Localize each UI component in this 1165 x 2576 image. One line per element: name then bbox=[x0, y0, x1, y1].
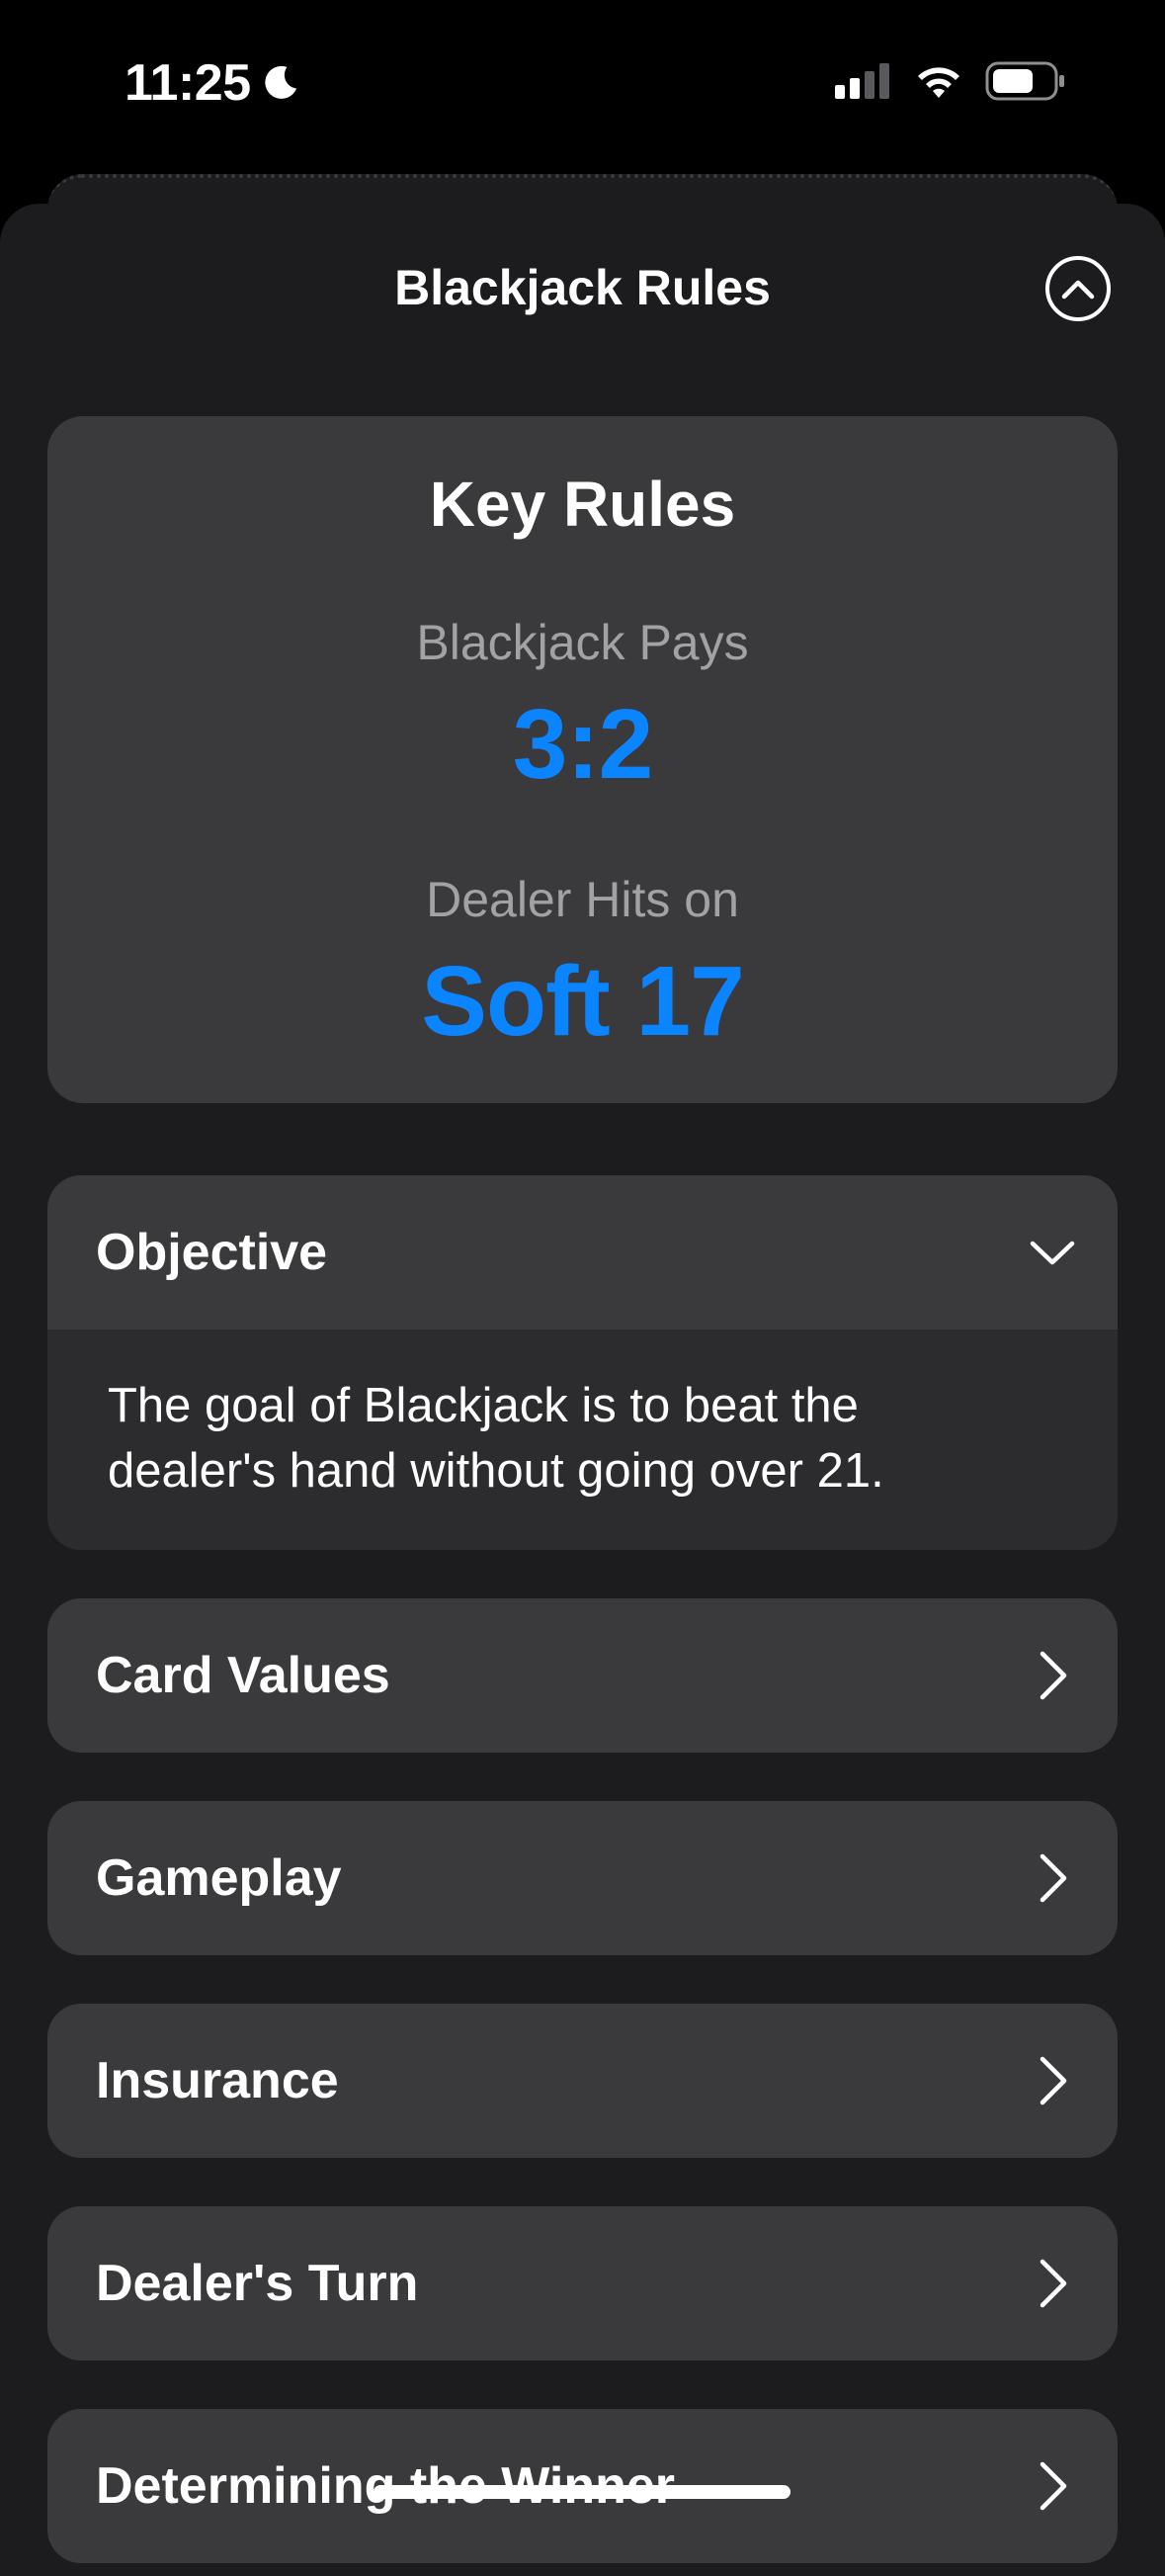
chevron-right-icon bbox=[1040, 1853, 1067, 1903]
sheet-title: Blackjack Rules bbox=[394, 260, 771, 315]
chevron-right-icon bbox=[1040, 1651, 1067, 1700]
status-bar: 11:25 bbox=[0, 0, 1165, 168]
section-label: Gameplay bbox=[96, 1849, 342, 1907]
section-label: Objective bbox=[96, 1224, 328, 1281]
battery-icon bbox=[985, 61, 1064, 101]
section-label: Dealer's Turn bbox=[96, 2255, 419, 2312]
moon-icon bbox=[264, 65, 296, 99]
section-objective: Objective The goal of Blackjack is to be… bbox=[47, 1175, 1118, 1550]
status-time-group: 11:25 bbox=[125, 53, 302, 113]
section-objective-body: The goal of Blackjack is to beat the dea… bbox=[108, 1379, 884, 1498]
section-insurance[interactable]: Insurance bbox=[47, 2004, 1118, 2158]
section-gameplay[interactable]: Gameplay bbox=[47, 1801, 1118, 1955]
section-label: Insurance bbox=[96, 2052, 339, 2109]
chevron-up-icon bbox=[1061, 280, 1095, 300]
blackjack-pays-value: 3:2 bbox=[512, 689, 654, 800]
wifi-icon bbox=[918, 67, 959, 98]
section-card-values[interactable]: Card Values bbox=[47, 1598, 1118, 1753]
chevron-right-icon bbox=[1040, 2461, 1067, 2511]
chevron-right-icon bbox=[1040, 2056, 1067, 2105]
home-indicator[interactable] bbox=[374, 2485, 791, 2499]
status-time: 11:25 bbox=[125, 54, 251, 112]
chevron-down-icon bbox=[1030, 1241, 1075, 1265]
section-label: Card Values bbox=[96, 1647, 390, 1704]
cellular-signal-icon bbox=[835, 63, 889, 99]
key-rules-title: Key Rules bbox=[429, 469, 736, 540]
dealer-hits-value: Soft 17 bbox=[421, 946, 744, 1057]
collapse-button[interactable] bbox=[1045, 256, 1111, 321]
section-dealers-turn[interactable]: Dealer's Turn bbox=[47, 2206, 1118, 2361]
dealer-hits-label: Dealer Hits on bbox=[426, 872, 739, 927]
status-icons bbox=[835, 61, 1066, 101]
key-rules-card: Key Rules Blackjack Pays 3:2 Dealer Hits… bbox=[47, 416, 1118, 1103]
chevron-right-icon bbox=[1040, 2259, 1067, 2308]
section-objective-header[interactable]: Objective bbox=[47, 1175, 1118, 1330]
blackjack-pays-label: Blackjack Pays bbox=[416, 615, 749, 670]
